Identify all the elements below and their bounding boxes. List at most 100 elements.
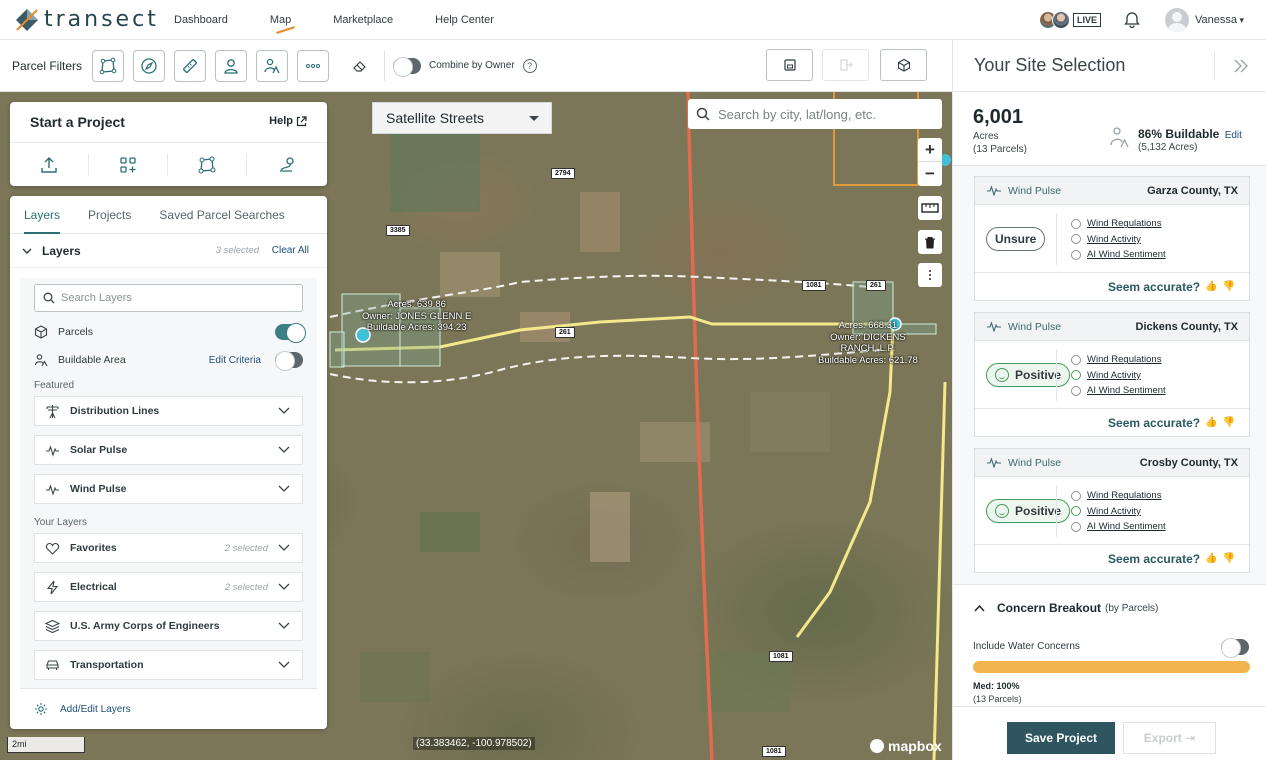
map-style-value: Satellite Streets bbox=[386, 110, 485, 126]
user-menu[interactable]: Vanessa bbox=[1195, 14, 1244, 26]
nav-help-center[interactable]: Help Center bbox=[435, 14, 494, 26]
distribution-lines-label: Distribution Lines bbox=[70, 405, 160, 417]
measure-button[interactable] bbox=[918, 196, 942, 220]
draw-polygon-button[interactable] bbox=[168, 153, 247, 176]
wind-regulations-link[interactable]: Wind Regulations bbox=[1071, 216, 1166, 232]
zoom-out-button[interactable]: − bbox=[918, 162, 942, 186]
army-corps-label: U.S. Army Corps of Engineers bbox=[70, 620, 220, 632]
size-filter-button[interactable] bbox=[174, 49, 207, 82]
electrical-accordion[interactable]: Electrical 2 selected bbox=[34, 572, 303, 602]
export-parcels-button[interactable] bbox=[822, 49, 869, 81]
layers-search-input[interactable] bbox=[61, 292, 281, 304]
wind-activity-link[interactable]: Wind Activity bbox=[1071, 232, 1166, 248]
factor-label: AI Wind Sentiment bbox=[1087, 249, 1166, 261]
delete-drawing-button[interactable] bbox=[918, 230, 942, 254]
wind-regulations-link[interactable]: Wind Regulations bbox=[1071, 352, 1166, 368]
tab-layers[interactable]: Layers bbox=[10, 196, 74, 234]
save-project-button[interactable]: Save Project bbox=[1007, 722, 1115, 754]
pulse-icon bbox=[46, 483, 59, 496]
solar-pulse-accordion[interactable]: Solar Pulse bbox=[34, 435, 303, 465]
eraser-icon[interactable] bbox=[352, 58, 368, 74]
export-button[interactable]: Export ⇥ bbox=[1123, 722, 1216, 754]
chevron-down-icon bbox=[278, 583, 290, 590]
nav-marketplace[interactable]: Marketplace bbox=[333, 14, 393, 26]
water-concerns-toggle[interactable] bbox=[1221, 638, 1249, 658]
thumbs-down-icon[interactable]: 👎 bbox=[1223, 417, 1235, 428]
thumbs-down-icon[interactable]: 👎 bbox=[1223, 281, 1235, 292]
concern-breakout-header[interactable]: Concern Breakout (by Parcels) bbox=[974, 601, 1158, 615]
compass-filter-button[interactable] bbox=[133, 49, 166, 82]
road-shield: 1081 bbox=[762, 746, 786, 757]
tab-projects[interactable]: Projects bbox=[74, 196, 145, 234]
brand-logo[interactable]: transect bbox=[14, 7, 164, 33]
add-layout-button[interactable] bbox=[89, 153, 168, 176]
combine-by-owner-toggle[interactable] bbox=[393, 56, 422, 77]
layers-search-box[interactable] bbox=[34, 284, 303, 312]
clear-all-button[interactable]: Clear All bbox=[272, 245, 309, 256]
cube-icon bbox=[897, 58, 910, 72]
parcel-acres: Acres: 639.86 bbox=[387, 299, 446, 310]
help-icon[interactable]: ? bbox=[522, 58, 537, 73]
3d-view-button[interactable] bbox=[880, 49, 927, 81]
ai-wind-sentiment-link[interactable]: AI Wind Sentiment bbox=[1071, 519, 1166, 535]
thumbs-up-icon[interactable]: 👍 bbox=[1205, 417, 1217, 428]
favorites-count: 2 selected bbox=[224, 542, 268, 554]
ai-wind-sentiment-link[interactable]: AI Wind Sentiment bbox=[1071, 383, 1166, 399]
favorites-accordion[interactable]: Favorites 2 selected bbox=[34, 533, 303, 563]
map-more-button[interactable] bbox=[918, 263, 942, 287]
tab-saved-parcel-searches[interactable]: Saved Parcel Searches bbox=[145, 196, 298, 234]
mapbox-attribution[interactable]: mapbox bbox=[870, 738, 942, 754]
nav-dashboard[interactable]: Dashboard bbox=[174, 14, 228, 26]
edit-criteria-link[interactable]: Edit Criteria bbox=[209, 355, 261, 366]
boundary-filter-button[interactable] bbox=[92, 49, 125, 82]
edit-buildable-link[interactable]: Edit bbox=[1225, 130, 1242, 141]
wind-activity-link[interactable]: Wind Activity bbox=[1071, 504, 1166, 520]
pulse-icon bbox=[987, 184, 1001, 197]
wind-pulse-label: Wind Pulse bbox=[70, 483, 127, 495]
ai-wind-sentiment-link[interactable]: AI Wind Sentiment bbox=[1071, 247, 1166, 263]
parcels-layer-toggle[interactable] bbox=[275, 323, 306, 343]
user-avatar[interactable] bbox=[1164, 8, 1189, 32]
nav-map[interactable]: Map bbox=[270, 14, 291, 26]
wind-activity-link[interactable]: Wind Activity bbox=[1071, 368, 1166, 384]
bell-icon[interactable] bbox=[1123, 11, 1141, 29]
map-search-input[interactable] bbox=[718, 106, 938, 122]
more-filters-button[interactable] bbox=[297, 49, 330, 82]
chevron-down-icon bbox=[22, 248, 32, 254]
double-chevron-right-icon bbox=[1234, 59, 1248, 73]
save-parcels-button[interactable] bbox=[766, 49, 813, 81]
layers-section-header[interactable]: Layers 3 selected Clear All bbox=[10, 234, 327, 268]
wind-pulse-accordion[interactable]: Wind Pulse bbox=[34, 474, 303, 504]
thumbs-down-icon[interactable]: 👎 bbox=[1223, 553, 1235, 564]
county-name: Garza County, TX bbox=[1147, 184, 1238, 197]
site-selection-panel: Your Site Selection 6,001 Acres (13 Parc… bbox=[952, 40, 1266, 760]
start-project-help-link[interactable]: Help bbox=[269, 115, 307, 127]
wind-regulations-link[interactable]: Wind Regulations bbox=[1071, 488, 1166, 504]
route-pin-icon bbox=[279, 156, 294, 172]
army-corps-accordion[interactable]: U.S. Army Corps of Engineers bbox=[34, 611, 303, 641]
site-selection-scroll[interactable]: Wind Pulse Garza County, TX Unsure Wind … bbox=[953, 166, 1266, 706]
chevron-down-icon bbox=[278, 544, 290, 551]
seem-accurate-label: Seem accurate? bbox=[1108, 415, 1201, 430]
thumbs-up-icon[interactable]: 👍 bbox=[1205, 553, 1217, 564]
add-grid-icon bbox=[120, 156, 136, 173]
map-style-select[interactable]: Satellite Streets bbox=[372, 102, 552, 134]
distribution-lines-accordion[interactable]: Distribution Lines bbox=[34, 396, 303, 426]
parcels-layer-label: Parcels bbox=[58, 326, 94, 338]
owner-filter-button[interactable] bbox=[215, 49, 248, 82]
add-edit-layers-label: Add/Edit Layers bbox=[60, 703, 131, 715]
pulse-icon bbox=[987, 320, 1001, 333]
map-search-box[interactable] bbox=[688, 99, 942, 129]
county-card-crosby: Wind Pulse Crosby County, TX Positive Wi… bbox=[974, 448, 1250, 573]
route-project-button[interactable] bbox=[247, 154, 326, 176]
buildable-filter-button[interactable] bbox=[256, 49, 289, 82]
thumbs-up-icon[interactable]: 👍 bbox=[1205, 281, 1217, 292]
upload-project-button[interactable] bbox=[10, 153, 89, 176]
zoom-in-button[interactable]: + bbox=[918, 138, 942, 162]
collapse-panel-button[interactable] bbox=[1214, 52, 1266, 80]
transportation-accordion[interactable]: Transportation bbox=[34, 650, 303, 680]
live-collaborators[interactable]: LIVE bbox=[1038, 11, 1101, 29]
buildable-layer-toggle[interactable] bbox=[275, 351, 303, 371]
seem-accurate-label: Seem accurate? bbox=[1108, 279, 1201, 294]
add-edit-layers-button[interactable]: Add/Edit Layers bbox=[20, 688, 317, 729]
